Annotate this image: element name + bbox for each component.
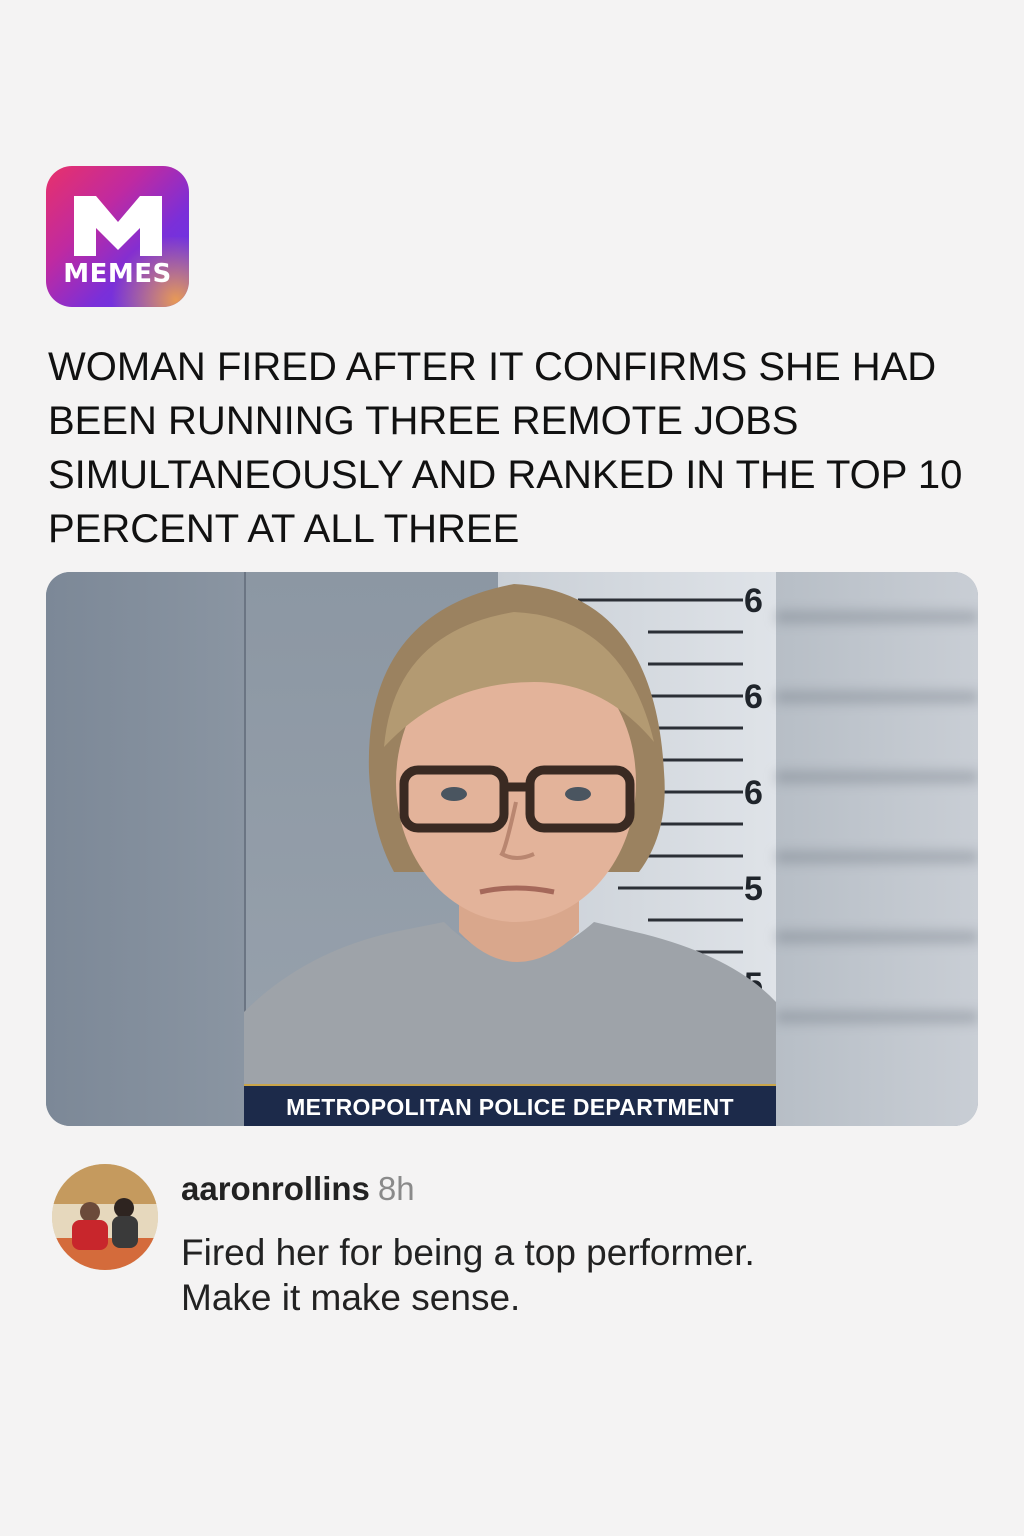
image-right-blur bbox=[776, 572, 978, 1126]
timestamp: 8h bbox=[377, 1170, 415, 1207]
comment-text: Fired her for being a top performer. Mak… bbox=[181, 1230, 961, 1320]
image-caption: METROPOLITAN POLICE DEPARTMENT bbox=[244, 1084, 776, 1126]
image-left-panel bbox=[46, 572, 244, 1126]
post-headline: WOMAN FIRED AFTER IT CONFIRMS SHE HAD BE… bbox=[48, 345, 963, 551]
person-figure bbox=[244, 584, 776, 1084]
avatar-image bbox=[52, 1164, 158, 1270]
post-image[interactable]: 6 6 6 5 5 bbox=[46, 572, 978, 1126]
memes-logo: MEMES bbox=[46, 166, 189, 307]
avatar[interactable] bbox=[52, 1164, 158, 1270]
logo-text: MEMES bbox=[63, 259, 172, 289]
comment-line: Fired her for being a top performer. bbox=[181, 1232, 755, 1273]
username[interactable]: aaronrollins bbox=[181, 1170, 370, 1207]
m-letter-icon bbox=[74, 196, 162, 256]
comment-header: aaronrollins 8h bbox=[181, 1170, 415, 1208]
comment-line: Make it make sense. bbox=[181, 1277, 521, 1318]
